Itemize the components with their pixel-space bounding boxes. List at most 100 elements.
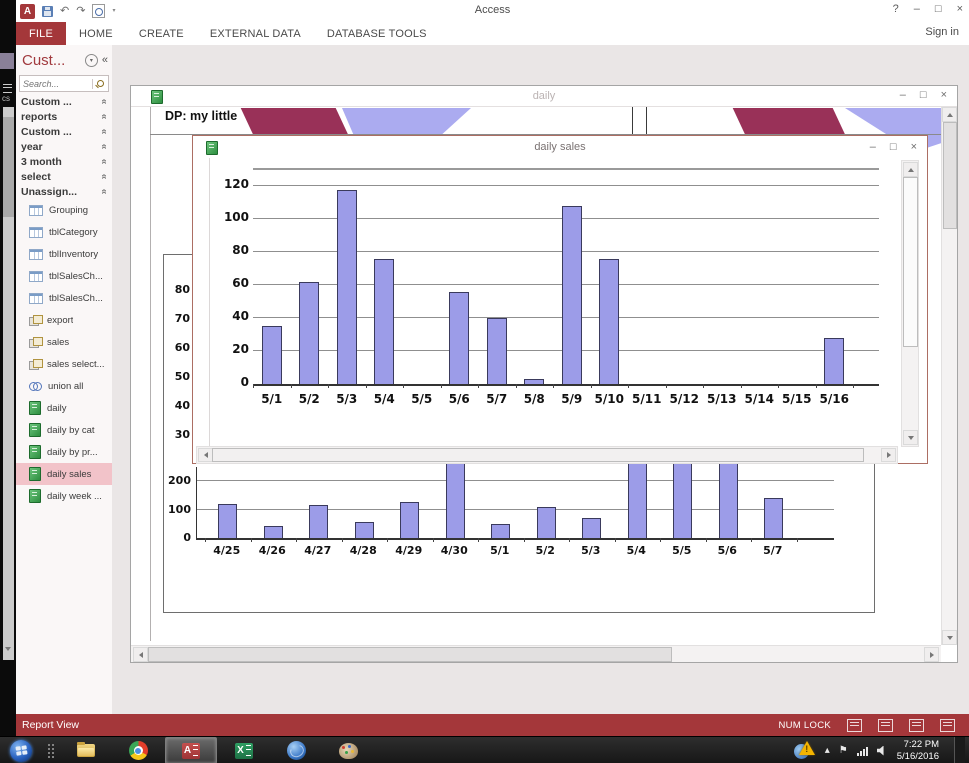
nav-group-year[interactable]: year « bbox=[16, 139, 112, 154]
action-flag-icon[interactable]: ⚑ bbox=[839, 745, 848, 756]
edge-scrollbar[interactable] bbox=[3, 107, 14, 660]
nav-group-reports[interactable]: reports « bbox=[16, 109, 112, 124]
scroll-right-icon[interactable] bbox=[881, 448, 896, 462]
desktop-edge-strip: cs bbox=[0, 0, 16, 736]
taskbar-sync[interactable] bbox=[271, 738, 321, 763]
x-tick-mark bbox=[328, 384, 329, 388]
scroll-down-icon[interactable] bbox=[942, 630, 957, 645]
taskbar-clock[interactable]: 7:22 PM 5/16/2016 bbox=[897, 739, 945, 763]
nav-item-sales[interactable]: sales bbox=[16, 331, 112, 353]
ribbon-tab-home[interactable]: HOME bbox=[66, 22, 126, 45]
nav-item-sales-select-[interactable]: sales select... bbox=[16, 353, 112, 375]
nav-item-daily[interactable]: daily bbox=[16, 397, 112, 419]
layout-view-icon[interactable] bbox=[909, 718, 924, 732]
nav-item-daily-sales[interactable]: daily sales bbox=[16, 463, 112, 485]
scroll-left-icon[interactable] bbox=[133, 647, 148, 662]
taskbar-explorer[interactable] bbox=[61, 738, 111, 763]
taskbar-access[interactable]: A bbox=[165, 737, 217, 763]
scroll-up-icon[interactable] bbox=[942, 107, 957, 122]
restore-button[interactable]: □ bbox=[920, 89, 927, 101]
nav-item-daily-by-cat[interactable]: daily by cat bbox=[16, 419, 112, 441]
vertical-scrollbar[interactable] bbox=[901, 160, 919, 447]
x-tick-label-5-3: 5/3 bbox=[581, 544, 601, 557]
excel-icon: X bbox=[235, 742, 253, 759]
nav-group-3-month[interactable]: 3 month « bbox=[16, 154, 112, 169]
report-view-icon[interactable] bbox=[847, 718, 862, 732]
nav-group-select[interactable]: select « bbox=[16, 169, 112, 184]
taskbar-paint[interactable] bbox=[323, 738, 373, 763]
close-button[interactable]: × bbox=[957, 3, 963, 15]
ribbon-tab-external-data[interactable]: EXTERNAL DATA bbox=[197, 22, 314, 45]
nav-item-export[interactable]: export bbox=[16, 309, 112, 331]
x-tick-label-5-1: 5/1 bbox=[261, 392, 283, 406]
collapse-chevron-icon[interactable]: « bbox=[99, 114, 110, 120]
taskbar-pinned-dots[interactable] bbox=[43, 738, 59, 763]
scroll-down-icon[interactable] bbox=[903, 430, 918, 445]
daily-window-titlebar[interactable]: daily – □ × bbox=[131, 86, 957, 106]
nav-item-union-all[interactable]: union all bbox=[16, 375, 112, 397]
maximize-button[interactable]: □ bbox=[935, 3, 942, 15]
vertical-scrollbar-thumb[interactable] bbox=[943, 122, 957, 229]
horizontal-scrollbar-thumb[interactable] bbox=[148, 647, 672, 662]
close-button[interactable]: × bbox=[911, 141, 917, 153]
ribbon-tab-file[interactable]: FILE bbox=[16, 22, 67, 45]
minimize-button[interactable]: – bbox=[870, 141, 876, 153]
close-button[interactable]: × bbox=[941, 89, 947, 101]
y-tick-label-0: 0 bbox=[240, 375, 249, 389]
globe-icon bbox=[286, 741, 306, 760]
scroll-down-icon[interactable] bbox=[5, 647, 11, 651]
nav-group-custom-[interactable]: Custom ... « bbox=[16, 94, 112, 109]
minimize-button[interactable]: – bbox=[900, 89, 906, 101]
nav-item-tblsalesch-[interactable]: tblSalesCh... bbox=[16, 287, 112, 309]
collapse-chevron-icon[interactable]: « bbox=[99, 174, 110, 180]
search-icon[interactable] bbox=[92, 78, 106, 89]
collapse-chevron-icon[interactable]: « bbox=[99, 144, 110, 150]
action-center-warning-icon[interactable]: ! bbox=[793, 740, 816, 761]
nav-item-tblsalesch-[interactable]: tblSalesCh... bbox=[16, 265, 112, 287]
horizontal-scrollbar-thumb[interactable] bbox=[212, 448, 864, 462]
edge-scrollbar-thumb[interactable] bbox=[3, 117, 14, 217]
restore-button[interactable]: □ bbox=[890, 141, 897, 153]
ribbon-tab-database-tools[interactable]: DATABASE TOOLS bbox=[314, 22, 440, 45]
minimize-button[interactable]: – bbox=[914, 3, 920, 15]
collapse-chevron-icon[interactable]: « bbox=[99, 129, 110, 135]
report-icon bbox=[29, 401, 41, 415]
nav-pane-title[interactable]: Cust... bbox=[22, 52, 85, 69]
daily-sales-titlebar[interactable]: daily sales – □ × bbox=[193, 136, 927, 158]
y-tick-label-20: 20 bbox=[232, 342, 249, 357]
show-desktop-button[interactable] bbox=[954, 737, 965, 763]
vertical-scrollbar-thumb[interactable] bbox=[903, 177, 918, 347]
taskbar-excel[interactable]: X bbox=[219, 738, 269, 763]
help-button[interactable]: ? bbox=[893, 3, 899, 15]
scroll-left-icon[interactable] bbox=[198, 448, 213, 462]
sign-in-link[interactable]: Sign in bbox=[925, 26, 959, 38]
collapse-chevron-icon[interactable]: « bbox=[99, 99, 110, 105]
bar-5-6 bbox=[718, 464, 738, 538]
nav-item-daily-by-pr-[interactable]: daily by pr... bbox=[16, 441, 112, 463]
scroll-up-icon[interactable] bbox=[903, 162, 918, 177]
volume-icon[interactable] bbox=[876, 745, 884, 756]
nav-item-tblcategory[interactable]: tblCategory bbox=[16, 221, 112, 243]
nav-group-custom-[interactable]: Custom ... « bbox=[16, 124, 112, 139]
network-signal-icon[interactable] bbox=[856, 746, 868, 756]
taskbar-start-button[interactable] bbox=[1, 738, 41, 763]
print-preview-view-icon[interactable] bbox=[878, 718, 893, 732]
nav-item-grouping[interactable]: Grouping bbox=[16, 199, 112, 221]
nav-menu-icon[interactable]: ▾ bbox=[84, 53, 98, 67]
collapse-chevron-icon[interactable]: « bbox=[99, 159, 110, 165]
design-view-icon[interactable] bbox=[940, 718, 955, 732]
collapse-chevron-icon[interactable]: « bbox=[99, 189, 110, 195]
bar-5-2 bbox=[299, 281, 320, 384]
tray-expand-icon[interactable]: ▴ bbox=[825, 745, 830, 756]
horizontal-scrollbar[interactable] bbox=[196, 446, 898, 464]
vertical-scrollbar[interactable] bbox=[941, 107, 957, 645]
horizontal-scrollbar[interactable] bbox=[131, 645, 941, 662]
search-input[interactable] bbox=[20, 78, 92, 89]
taskbar-chrome[interactable] bbox=[113, 738, 163, 763]
nav-item-tblinventory[interactable]: tblInventory bbox=[16, 243, 112, 265]
nav-group-unassign-[interactable]: Unassign... « bbox=[16, 184, 112, 199]
nav-item-daily-week-[interactable]: daily week ... bbox=[16, 485, 112, 507]
shutter-bar-close-icon[interactable]: « bbox=[102, 54, 108, 66]
ribbon-tab-create[interactable]: CREATE bbox=[126, 22, 197, 45]
scroll-right-icon[interactable] bbox=[924, 647, 939, 662]
